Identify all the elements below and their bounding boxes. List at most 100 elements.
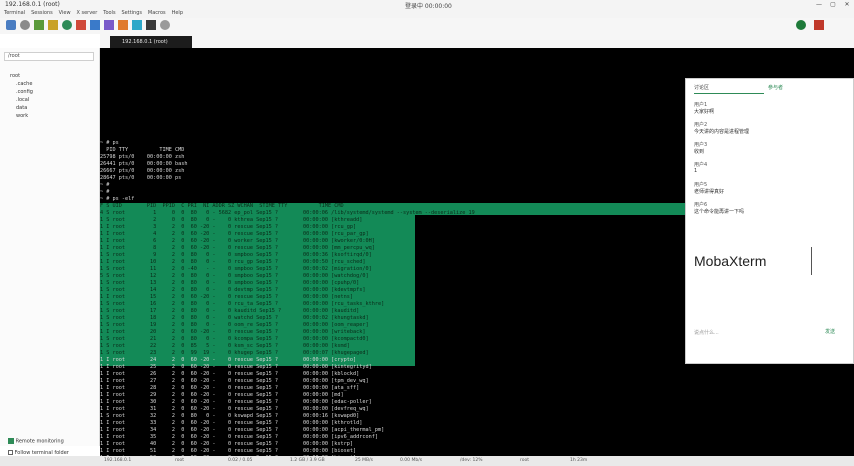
tree-item[interactable]: work: [6, 112, 33, 120]
status-user: root: [175, 458, 185, 463]
servers-icon[interactable]: [20, 20, 30, 30]
title-bar: 192.168.0.1 (root) 登录中 00:00:00 — ▢ ✕: [0, 0, 854, 10]
maximize-button[interactable]: ▢: [826, 0, 840, 9]
message-text: 这个命令能再讲一下吗: [694, 209, 745, 215]
terminal-line: 1 I root 33 2 0 60 -20 - 0 rescue Sep15 …: [100, 420, 363, 426]
terminal-line: 1 I root 8 2 0 60 -20 - 0 rescue Sep15 ?…: [100, 245, 375, 251]
message-user: 用户3: [694, 142, 708, 148]
file-tree: root .cache .config .local data work: [6, 72, 33, 120]
settings-icon[interactable]: [146, 20, 156, 30]
send-button[interactable]: 发送: [814, 327, 846, 338]
minimize-button[interactable]: —: [812, 0, 826, 9]
terminal-line: 1 S root 11 2 0 -40 - - 0 smpboo Sep15 ?…: [100, 266, 372, 272]
terminal-line: 1 I root 29 2 0 60 -20 - 0 rescue Sep15 …: [100, 392, 344, 398]
split-icon[interactable]: [90, 20, 100, 30]
message-list: 用户1 大家好啊 用户2 今天讲的内容是进程管理 用户3 收到 用户4 1 用户…: [694, 101, 848, 251]
message-user: 用户5: [694, 182, 708, 188]
exit-icon[interactable]: [814, 20, 824, 30]
games-icon[interactable]: [48, 20, 58, 30]
close-button[interactable]: ✕: [840, 0, 854, 9]
tree-item-root[interactable]: root: [6, 72, 33, 80]
tab-session[interactable]: 192.168.0.1 (root): [110, 36, 192, 48]
terminal-line: 1 I root 40 2 0 60 -20 - 0 rescue Sep15 …: [100, 441, 353, 447]
view-icon[interactable]: [76, 20, 86, 30]
message-user: 用户1: [694, 102, 708, 108]
message-text: 大家好啊: [694, 109, 715, 115]
tree-item[interactable]: .config: [6, 88, 33, 96]
tree-item[interactable]: .local: [6, 96, 33, 104]
tools-icon[interactable]: [34, 20, 44, 30]
status-upload: 25 MB/s: [355, 458, 373, 463]
remote-monitoring: Remote monitoring: [8, 438, 64, 445]
packages-icon[interactable]: [132, 20, 142, 30]
xserver-icon[interactable]: [796, 20, 806, 30]
terminal-line: ~ # ps: [100, 140, 119, 146]
sftp-sidebar: /root root .cache .config .local data wo…: [0, 48, 100, 456]
terminal-line: 1 S root 17 2 0 80 0 - 0 kauditd Sep15 ?…: [100, 308, 360, 314]
menu-macros[interactable]: Macros: [148, 9, 166, 18]
terminal-line: PID TTY TIME CMD: [100, 147, 185, 153]
terminal-line: 4 S root 1 0 0 80 0 - 5682 ep_pol Sep15 …: [100, 210, 475, 216]
terminal-line: 1 I root 24 2 0 60 -20 - 0 rescue Sep15 …: [100, 357, 357, 363]
tab-participants[interactable]: 参与者: [768, 83, 838, 94]
message-text: 1: [694, 168, 698, 174]
window-title: 192.168.0.1 (root): [5, 1, 60, 8]
message-user: 用户6: [694, 202, 708, 208]
multiexec-icon[interactable]: [104, 20, 114, 30]
menu-help[interactable]: Help: [172, 9, 183, 18]
menu-sessions[interactable]: Sessions: [31, 9, 53, 18]
session-icon[interactable]: [6, 20, 16, 30]
chat-message: 用户3 收到: [694, 141, 848, 161]
message-text: 收到: [694, 149, 705, 155]
terminal-line: 1 I root 15 2 0 60 -20 - 0 rescue Sep15 …: [100, 294, 353, 300]
path-input[interactable]: /root: [4, 52, 94, 61]
menu-tools[interactable]: Tools: [103, 9, 115, 18]
chat-message: 用户2 今天讲的内容是进程管理: [694, 121, 848, 141]
remote-monitoring-label[interactable]: Remote monitoring: [16, 439, 64, 445]
chat-input[interactable]: 说点什么...: [694, 329, 804, 339]
terminal-line: 1 S root 16 2 0 80 0 - 0 rcu_ta Sep15 ? …: [100, 301, 385, 307]
terminal-line: 1 S root 32 2 0 80 0 - 0 kswapd Sep15 ? …: [100, 413, 360, 419]
status-cpu: 0.02 / 0.05: [228, 458, 253, 463]
help-icon[interactable]: [160, 20, 170, 30]
menu-view[interactable]: View: [59, 9, 71, 18]
terminal-line: 1 I root 34 2 0 60 -20 - 0 rescue Sep15 …: [100, 427, 385, 433]
chat-message: 用户6 这个命令能再讲一下吗: [694, 201, 848, 221]
tunneling-icon[interactable]: [118, 20, 128, 30]
chat-message: 用户5 老师讲得真好: [694, 181, 848, 201]
message-user: 用户2: [694, 122, 708, 128]
status-disk: /dev: 12%: [460, 458, 483, 463]
tree-item[interactable]: data: [6, 104, 33, 112]
terminal-line: 1 I root 25 2 0 60 -20 - 0 rescue Sep15 …: [100, 364, 372, 370]
terminal-line: 26441 pts/0 00:00:00 bash: [100, 161, 188, 167]
tree-item[interactable]: .cache: [6, 80, 33, 88]
terminal-line: 1 S root 22 2 0 85 5 - 0 ksm_sc Sep15 ? …: [100, 343, 350, 349]
status-memory: 1.2 GB / 3.9 GB: [290, 458, 325, 463]
menu-xserver[interactable]: X server: [76, 9, 97, 18]
menu-bar: Terminal Sessions View X server Tools Se…: [0, 9, 854, 18]
terminal-line: 1 S root 14 2 0 80 0 - 0 devtmp Sep15 ? …: [100, 287, 366, 293]
menu-terminal[interactable]: Terminal: [4, 9, 25, 18]
terminal-line: 1 I root 26 2 0 60 -20 - 0 rescue Sep15 …: [100, 371, 360, 377]
follow-checkbox[interactable]: [8, 450, 13, 455]
toolbar: [0, 18, 854, 34]
tab-discussion[interactable]: 讨论区: [694, 83, 764, 94]
status-host: 192.168.0.1: [104, 458, 132, 463]
terminal-line: 28647 pts/0 00:00:00 ps: [100, 175, 182, 181]
status-account: root: [520, 458, 530, 463]
terminal-line: 1 I root 35 2 0 60 -20 - 0 rescue Sep15 …: [100, 434, 378, 440]
status-bar: 192.168.0.1 root 0.02 / 0.05 1.2 GB / 3.…: [0, 456, 854, 466]
terminal-line: 1 S root 18 2 0 80 0 - 0 watchd Sep15 ? …: [100, 315, 369, 321]
terminal-line: 26667 pts/0 00:00:00 zsh: [100, 168, 185, 174]
terminal-line: ~ #: [100, 182, 110, 188]
tab-bar: 192.168.0.1 (root): [100, 34, 854, 48]
terminal-line: 1 S root 9 2 0 80 0 - 0 smpboo Sep15 ? 0…: [100, 252, 372, 258]
terminal-line: 1 I root 30 2 0 60 -20 - 0 rescue Sep15 …: [100, 399, 372, 405]
menu-settings[interactable]: Settings: [121, 9, 142, 18]
terminal-line: 1 I root 28 2 0 60 -20 - 0 rescue Sep15 …: [100, 385, 360, 391]
chat-panel: 讨论区 参与者 用户1 大家好啊 用户2 今天讲的内容是进程管理 用户3 收到 …: [685, 78, 854, 364]
chat-message: 用户1 大家好啊: [694, 101, 848, 121]
message-text: 今天讲的内容是进程管理: [694, 129, 750, 135]
terminal-line: F S UID PID PPID C PRI NI ADDR SZ WCHAN …: [100, 203, 344, 209]
sessions-icon[interactable]: [62, 20, 72, 30]
